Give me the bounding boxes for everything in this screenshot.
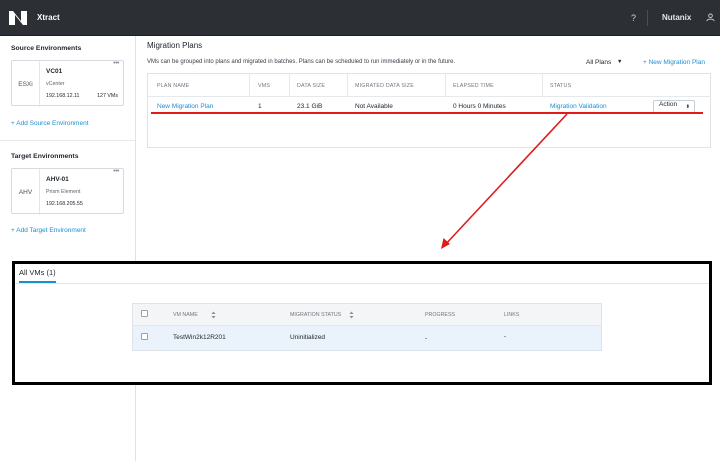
column-header-elapsed-time[interactable]: ELAPSED TIME [453, 83, 494, 89]
plan-filter-dropdown[interactable]: All Plans [586, 59, 611, 66]
target-environment-card[interactable]: AHV AHV-01 Prism Element 192.168.205.55 … [11, 168, 124, 215]
help-icon[interactable]: ? [631, 13, 636, 23]
column-header-vm-name[interactable]: VM NAME [173, 312, 198, 318]
add-target-environment-link[interactable]: + Add Target Environment [11, 227, 86, 234]
sort-icon[interactable] [349, 311, 354, 319]
sort-caret-icon: ⬍ [685, 104, 690, 110]
migration-plans-table: PLAN NAME VMS DATA SIZE MIGRATED DATA SI… [147, 73, 711, 148]
table-row[interactable]: TestWin2k12R201 Uninitialized - - [133, 326, 601, 350]
plan-elapsed-time: 0 Hours 0 Minutes [453, 103, 506, 110]
sidebar: Source Environments ESXi VC01 vCenter 19… [0, 36, 136, 461]
sidebar-divider [0, 140, 135, 141]
topbar-divider [647, 10, 648, 26]
column-divider [445, 74, 446, 96]
nutanix-logo-icon[interactable] [8, 10, 28, 26]
column-divider [289, 74, 290, 96]
app-name: Xtract [37, 13, 60, 22]
column-divider [347, 74, 348, 96]
plan-data-size: 23.1 GiB [297, 103, 323, 110]
column-header-migrated-data-size[interactable]: MIGRATED DATA SIZE [355, 83, 414, 89]
column-header-progress: PROGRESS [425, 312, 456, 318]
vm-migration-status: Uninitialized [290, 334, 326, 341]
header-divider [148, 96, 710, 97]
plan-status-link[interactable]: Migration Validation [550, 103, 607, 110]
env-name: VC01 [46, 68, 63, 75]
user-menu[interactable]: Nutanix [662, 13, 691, 22]
annotation-underline [151, 112, 703, 114]
select-all-checkbox[interactable] [141, 310, 148, 317]
plan-migrated-data-size: Not Available [355, 103, 393, 110]
page-title: Migration Plans [147, 41, 203, 50]
env-ip: 192.168.205.55 [46, 201, 83, 207]
tab-divider [15, 283, 709, 284]
page-description: VMs can be grouped into plans and migrat… [147, 59, 456, 65]
env-type: ESXi [12, 61, 40, 107]
column-header-links: LINKS [504, 312, 520, 318]
target-environments-title: Target Environments [11, 153, 79, 160]
env-ip: 192.168.12.11 [46, 93, 80, 99]
env-kind: vCenter [46, 81, 65, 87]
action-label: Action [659, 101, 678, 108]
add-source-environment-link[interactable]: + Add Source Environment [11, 120, 89, 127]
more-options-icon[interactable]: ••• [113, 60, 119, 67]
source-environment-card[interactable]: ESXi VC01 vCenter 192.168.12.11 127 VMs … [11, 60, 124, 107]
column-header-status[interactable]: STATUS [550, 83, 571, 89]
column-header-data-size[interactable]: DATA SIZE [297, 83, 325, 89]
env-type: AHV [12, 169, 40, 215]
row-checkbox[interactable] [141, 333, 148, 340]
source-environments-title: Source Environments [11, 45, 82, 52]
vm-links: - [504, 333, 507, 340]
env-vm-count: 127 VMs [97, 93, 118, 99]
new-migration-plan-button[interactable]: + New Migration Plan [643, 59, 705, 66]
column-header-vms[interactable]: VMS [258, 83, 270, 89]
column-header-plan-name[interactable]: PLAN NAME [157, 83, 189, 89]
chevron-down-icon[interactable]: ▼ [617, 59, 622, 65]
tab-all-vms[interactable]: All VMs (1) [19, 268, 56, 277]
column-header-migration-status[interactable]: MIGRATION STATUS [290, 312, 341, 318]
vm-progress: - [425, 335, 428, 342]
user-icon[interactable] [706, 13, 715, 22]
vms-table-header: VM NAME MIGRATION STATUS PROGRESS LINKS [133, 304, 601, 326]
vms-table: VM NAME MIGRATION STATUS PROGRESS LINKS … [132, 303, 602, 351]
env-name: AHV-01 [46, 176, 69, 183]
plan-vms: 1 [258, 103, 262, 110]
column-divider [542, 74, 543, 96]
vm-name: TestWin2k12R201 [173, 334, 226, 341]
sort-icon[interactable] [211, 311, 216, 319]
more-options-icon[interactable]: ••• [113, 168, 119, 175]
column-divider [249, 74, 250, 96]
all-vms-zoom-panel: All VMs (1) VM NAME MIGRATION STATUS PRO… [12, 261, 712, 385]
plan-name-link[interactable]: New Migration Plan [157, 103, 213, 110]
top-bar: Xtract ? Nutanix [0, 0, 720, 36]
env-kind: Prism Element [46, 189, 81, 195]
